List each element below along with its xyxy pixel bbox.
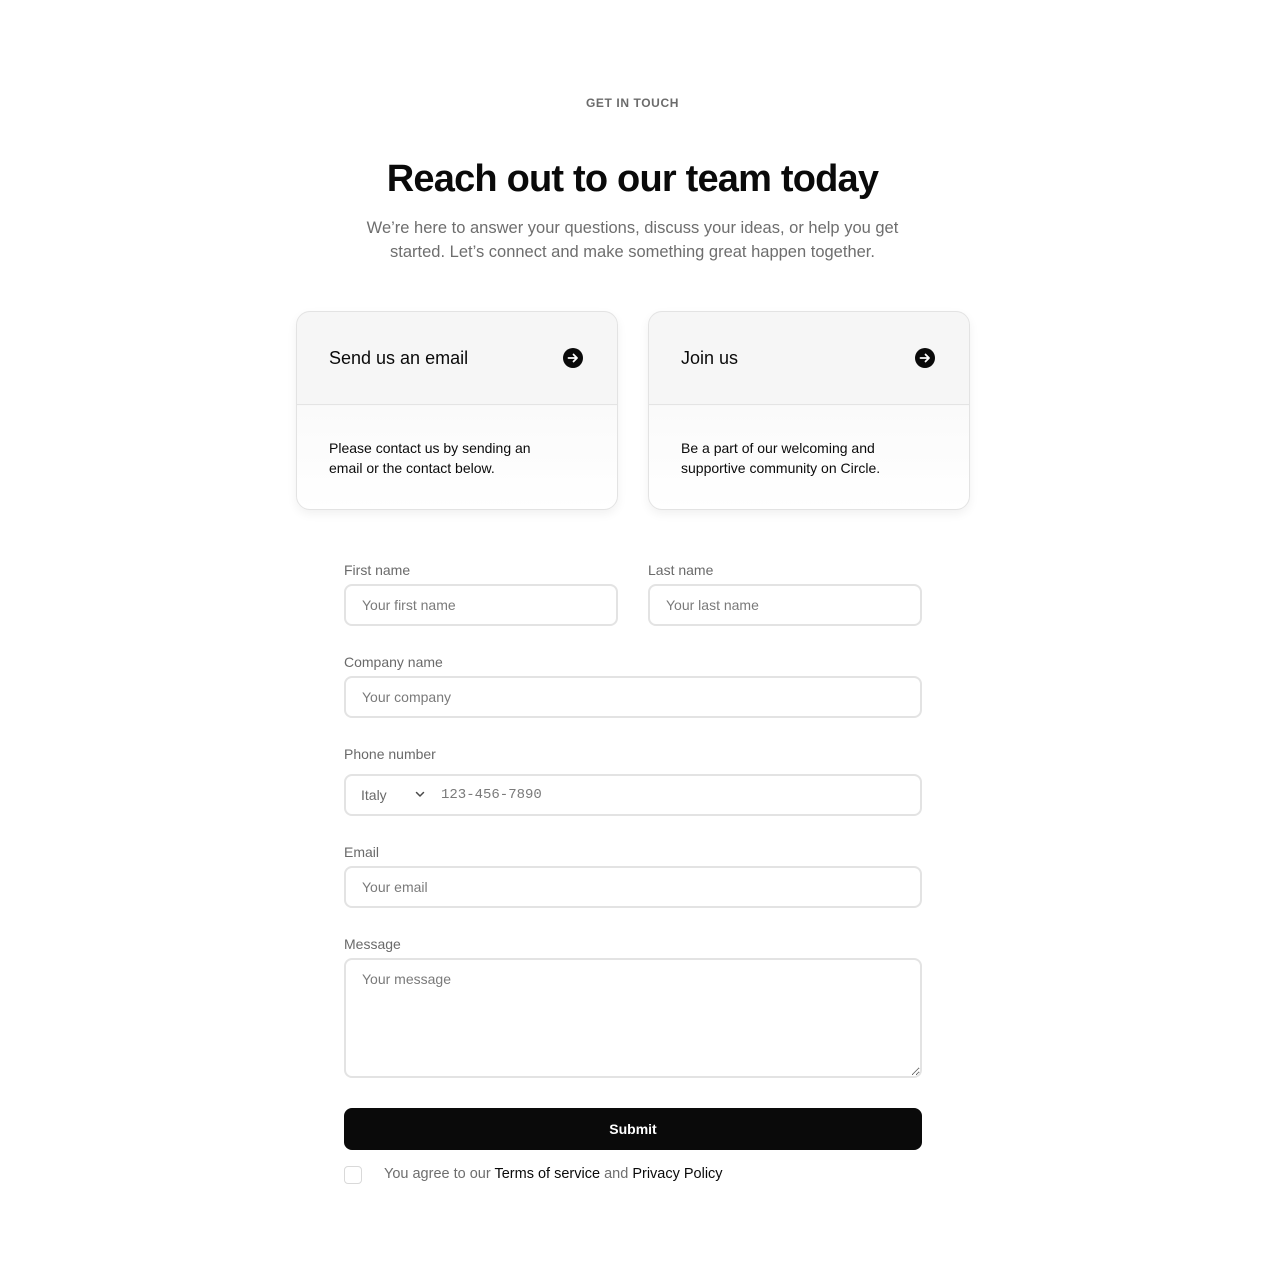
arrow-right-glyph bbox=[919, 353, 930, 363]
page-subtitle: We’re here to answer your questions, dis… bbox=[366, 219, 899, 261]
email-label: Email bbox=[344, 844, 380, 860]
chevron-down-icon bbox=[415, 791, 425, 797]
agreement-conjunction: and bbox=[604, 1166, 629, 1182]
agreement-prefix: You agree to our bbox=[384, 1166, 491, 1182]
arrow-right-circle-icon[interactable] bbox=[915, 348, 935, 368]
submit-button[interactable]: Submit bbox=[344, 1108, 922, 1150]
country-select[interactable]: Italy bbox=[346, 776, 432, 814]
country-value: Italy bbox=[361, 787, 387, 803]
agreement-text: You agree to our Terms of service and Pr… bbox=[384, 1166, 723, 1182]
arrow-right-circle-icon[interactable] bbox=[563, 348, 583, 368]
phone-label: Phone number bbox=[344, 746, 436, 762]
card-title: Send us an email bbox=[329, 347, 469, 368]
phone-field: Italy bbox=[344, 774, 922, 816]
card-header: Join us bbox=[649, 312, 969, 405]
card-header: Send us an email bbox=[297, 312, 617, 405]
agree-checkbox[interactable] bbox=[344, 1166, 362, 1184]
first-name-label: First name bbox=[344, 562, 411, 578]
privacy-link[interactable]: Privacy Policy bbox=[632, 1166, 722, 1182]
message-label: Message bbox=[344, 936, 401, 952]
card-title: Join us bbox=[681, 347, 739, 368]
email-input[interactable] bbox=[344, 866, 922, 908]
company-input[interactable] bbox=[344, 676, 922, 718]
last-name-label: Last name bbox=[648, 562, 714, 578]
card-description: Be a part of our welcoming and supportiv… bbox=[681, 440, 881, 476]
page-title: Reach out to our team today bbox=[386, 158, 879, 200]
last-name-input[interactable] bbox=[648, 584, 922, 626]
card-description: Please contact us by sending an email or… bbox=[329, 440, 531, 476]
join-card[interactable]: Join us Be a part of our welcoming and s… bbox=[648, 311, 970, 510]
message-textarea[interactable] bbox=[344, 958, 922, 1078]
email-card[interactable]: Send us an email Please contact us by se… bbox=[296, 311, 618, 510]
terms-link[interactable]: Terms of service bbox=[494, 1166, 600, 1182]
eyebrow-label: GET IN TOUCH bbox=[586, 96, 679, 110]
company-label: Company name bbox=[344, 654, 443, 670]
phone-input[interactable] bbox=[432, 776, 920, 814]
arrow-right-glyph bbox=[567, 353, 578, 363]
first-name-input[interactable] bbox=[344, 584, 618, 626]
